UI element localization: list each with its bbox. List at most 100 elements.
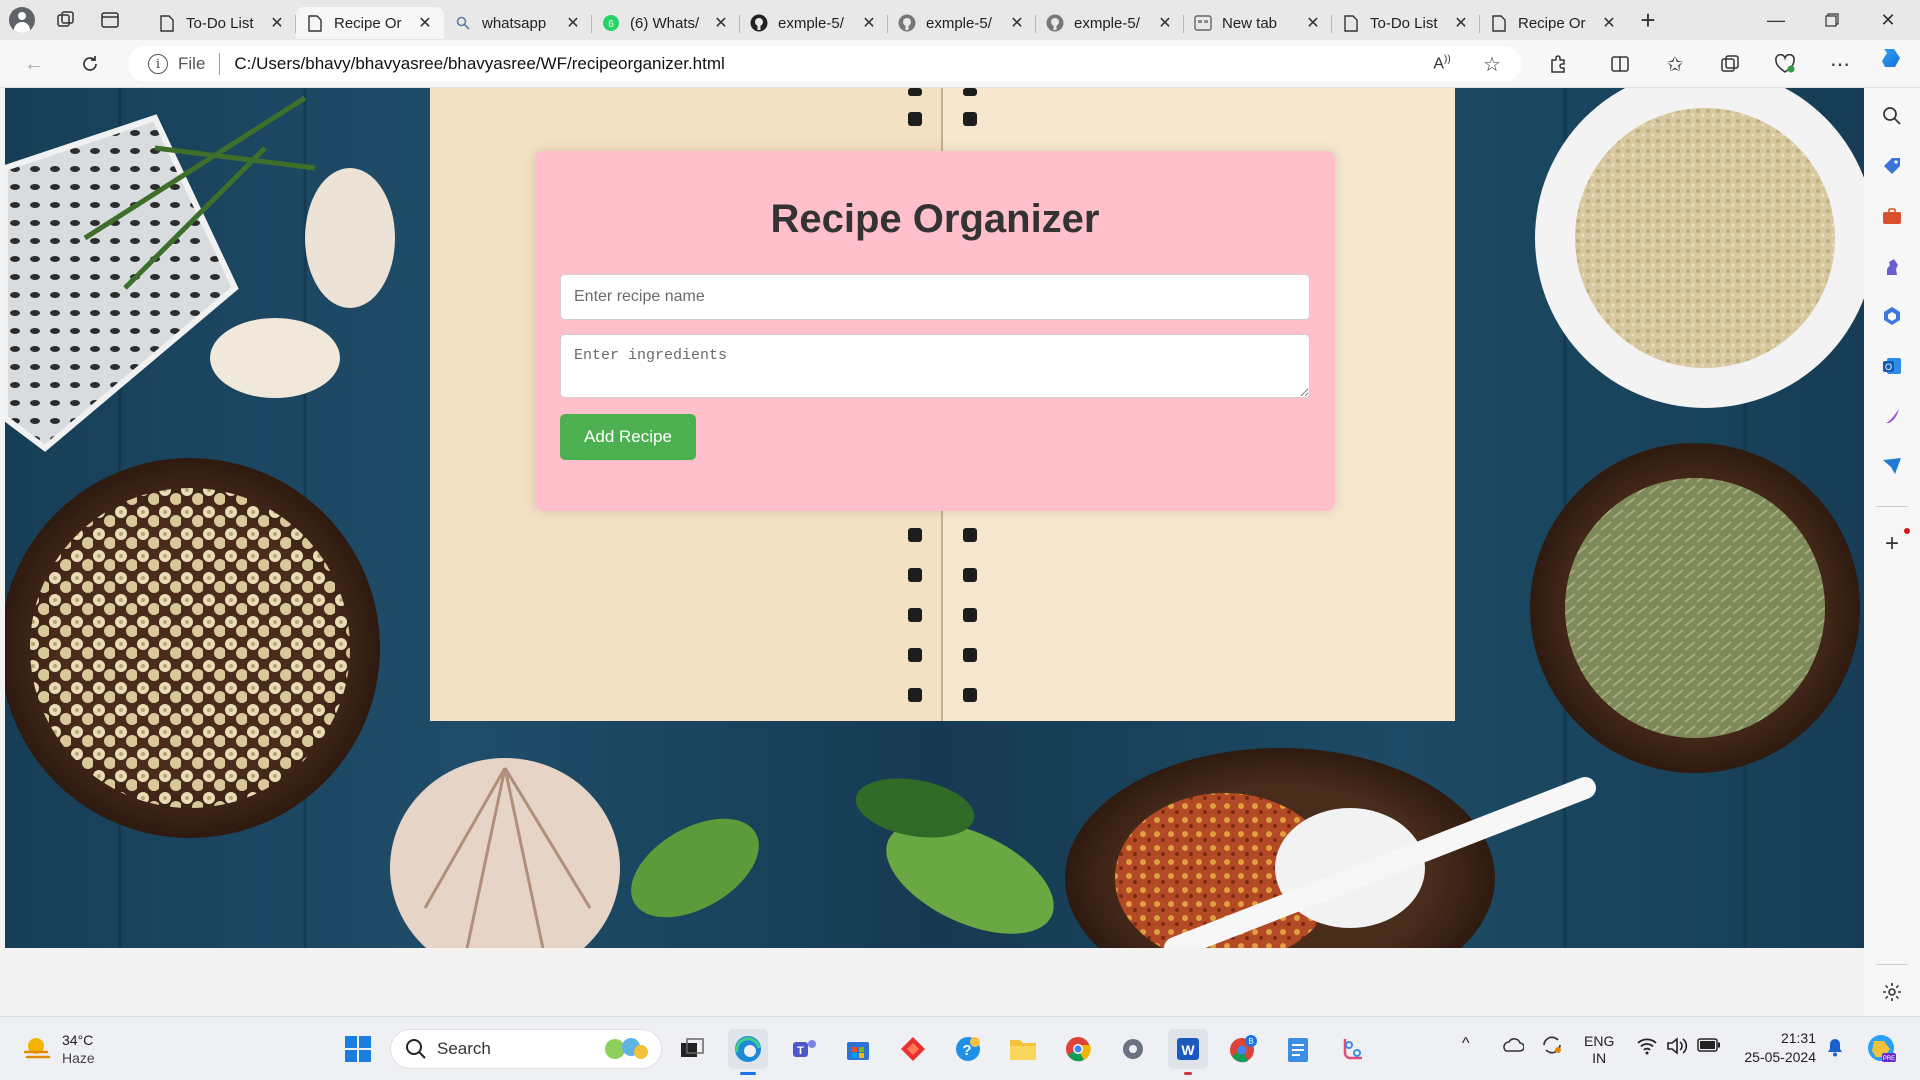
- close-window-button[interactable]: ✕: [1860, 0, 1916, 40]
- clock[interactable]: 21:31 25-05-2024: [1744, 1029, 1816, 1067]
- tab-strip: To-Do List ✕ Recipe Or ✕ whatsapp ✕ 6 (6…: [0, 0, 1920, 40]
- network-button[interactable]: [1636, 1037, 1658, 1058]
- workspaces-icon: [57, 11, 74, 27]
- sidebar-shopping-button[interactable]: [1878, 152, 1906, 180]
- show-hidden-icons-button[interactable]: ^: [1462, 1035, 1470, 1053]
- plus-icon: +: [1640, 4, 1656, 35]
- close-icon[interactable]: ✕: [1600, 14, 1618, 32]
- tab[interactable]: exmple-5/ ✕: [888, 7, 1036, 39]
- taskbar-word[interactable]: W: [1168, 1029, 1208, 1075]
- taskbar-snipping-tool[interactable]: [1333, 1029, 1373, 1069]
- minimize-button[interactable]: —: [1748, 0, 1804, 40]
- input-language-button[interactable]: ENG IN: [1584, 1033, 1614, 1067]
- close-icon[interactable]: ✕: [1008, 14, 1026, 32]
- tab-title: exmple-5/: [926, 14, 992, 32]
- back-button[interactable]: ←: [16, 46, 52, 82]
- close-icon[interactable]: ✕: [268, 14, 286, 32]
- favorites-button[interactable]: ✩: [1657, 46, 1693, 82]
- onedrive-button[interactable]: [1500, 1037, 1525, 1056]
- star-icon: ☆: [1483, 53, 1501, 76]
- volume-button[interactable]: [1666, 1037, 1688, 1058]
- profile-button[interactable]: [0, 0, 44, 40]
- tab[interactable]: 6 (6) Whats/ ✕: [592, 7, 740, 39]
- new-tab-icon: [1194, 14, 1212, 32]
- notifications-button[interactable]: [1826, 1037, 1844, 1060]
- taskbar-chrome-profile[interactable]: B: [1223, 1029, 1263, 1069]
- favorite-button[interactable]: ☆: [1474, 46, 1510, 82]
- copilot-button[interactable]: [1878, 44, 1906, 72]
- add-recipe-button[interactable]: Add Recipe: [560, 414, 696, 460]
- refresh-icon: [83, 56, 97, 71]
- taskbar-store[interactable]: [838, 1029, 878, 1069]
- sidebar-drop-button[interactable]: [1878, 452, 1906, 480]
- chrome-profile-icon: B: [1230, 1035, 1257, 1063]
- sidebar-m365-button[interactable]: [1878, 302, 1906, 330]
- tab[interactable]: To-Do List ✕: [148, 7, 296, 39]
- close-icon[interactable]: ✕: [1452, 14, 1470, 32]
- ingredients-textarea[interactable]: [560, 334, 1310, 398]
- notification-dot: [1904, 528, 1910, 534]
- taskbar-chrome[interactable]: [1058, 1029, 1098, 1069]
- weather-widget[interactable]: 34°C Haze: [22, 1031, 95, 1067]
- chess-icon: [1887, 259, 1898, 275]
- close-icon[interactable]: ✕: [860, 14, 878, 32]
- recipe-form-card: Recipe Organizer Add Recipe: [535, 151, 1335, 511]
- collections-button[interactable]: [1712, 46, 1748, 82]
- read-aloud-button[interactable]: A)): [1424, 46, 1460, 82]
- url-text[interactable]: C:/Users/bhavy/bhavyasree/bhavyasree/WF/…: [234, 54, 724, 74]
- tab[interactable]: New tab ✕: [1184, 7, 1332, 39]
- store-icon: [847, 1042, 869, 1060]
- address-bar[interactable]: i File C:/Users/bhavy/bhavyasree/bhavyas…: [128, 46, 1522, 82]
- windows-taskbar: 34°C Haze Search T ? W B ^ ENG IN 21:31 …: [0, 1016, 1920, 1080]
- taskbar-edge[interactable]: [728, 1029, 768, 1075]
- bell-icon: [1828, 1039, 1842, 1057]
- close-icon[interactable]: ✕: [712, 14, 730, 32]
- close-icon: ✕: [1880, 9, 1896, 30]
- tab[interactable]: To-Do List ✕: [1332, 7, 1480, 39]
- restore-button[interactable]: [1804, 0, 1860, 40]
- taskbar-search[interactable]: Search: [390, 1029, 662, 1069]
- tab[interactable]: whatsapp ✕: [444, 7, 592, 39]
- settings-menu-button[interactable]: ⋯: [1822, 46, 1858, 82]
- minimize-icon: —: [1767, 9, 1785, 30]
- browser-essentials-button[interactable]: [1767, 46, 1803, 82]
- workspaces-button[interactable]: [44, 0, 88, 40]
- close-icon[interactable]: ✕: [564, 14, 582, 32]
- site-info-icon[interactable]: i: [148, 54, 168, 74]
- sidebar-search-button[interactable]: [1878, 102, 1906, 130]
- close-icon[interactable]: ✕: [1156, 14, 1174, 32]
- new-tab-button[interactable]: +: [1628, 0, 1668, 40]
- tab-active[interactable]: Recipe Or ✕: [296, 7, 444, 39]
- extensions-button[interactable]: [1540, 46, 1576, 82]
- heart-pulse-icon: [1775, 54, 1795, 73]
- sync-icon: [1543, 1036, 1561, 1054]
- sidebar-settings-button[interactable]: [1878, 978, 1906, 1006]
- recipe-name-input[interactable]: [560, 274, 1310, 320]
- sidebar-games-button[interactable]: [1878, 252, 1906, 280]
- taskbar-notepad[interactable]: [1278, 1029, 1318, 1069]
- taskbar-file-explorer[interactable]: [1003, 1029, 1043, 1069]
- tab[interactable]: exmple-5/ ✕: [1036, 7, 1184, 39]
- close-icon[interactable]: ✕: [416, 14, 434, 32]
- page-icon: [1342, 14, 1360, 32]
- sidebar-designer-button[interactable]: [1878, 402, 1906, 430]
- tab[interactable]: Recipe Or ✕: [1480, 7, 1628, 39]
- sidebar-add-button[interactable]: +: [1878, 528, 1910, 558]
- copilot-taskbar-button[interactable]: PRE: [1864, 1031, 1898, 1068]
- tab[interactable]: exmple-5/ ✕: [740, 7, 888, 39]
- task-view-button[interactable]: [672, 1029, 712, 1069]
- taskbar-teams[interactable]: T: [784, 1029, 824, 1069]
- sidebar-outlook-button[interactable]: O: [1878, 352, 1906, 380]
- split-screen-button[interactable]: [1602, 46, 1638, 82]
- close-icon[interactable]: ✕: [1304, 14, 1322, 32]
- start-button[interactable]: [338, 1029, 378, 1069]
- sidebar-tools-button[interactable]: [1878, 202, 1906, 230]
- tab-actions-button[interactable]: [88, 0, 132, 40]
- taskbar-app-red[interactable]: [893, 1029, 933, 1069]
- active-indicator: [740, 1072, 756, 1075]
- sync-button[interactable]: [1540, 1033, 1564, 1060]
- battery-button[interactable]: [1697, 1038, 1721, 1055]
- taskbar-settings[interactable]: [1113, 1029, 1153, 1069]
- refresh-button[interactable]: [72, 46, 108, 82]
- taskbar-get-help[interactable]: ?: [948, 1029, 988, 1069]
